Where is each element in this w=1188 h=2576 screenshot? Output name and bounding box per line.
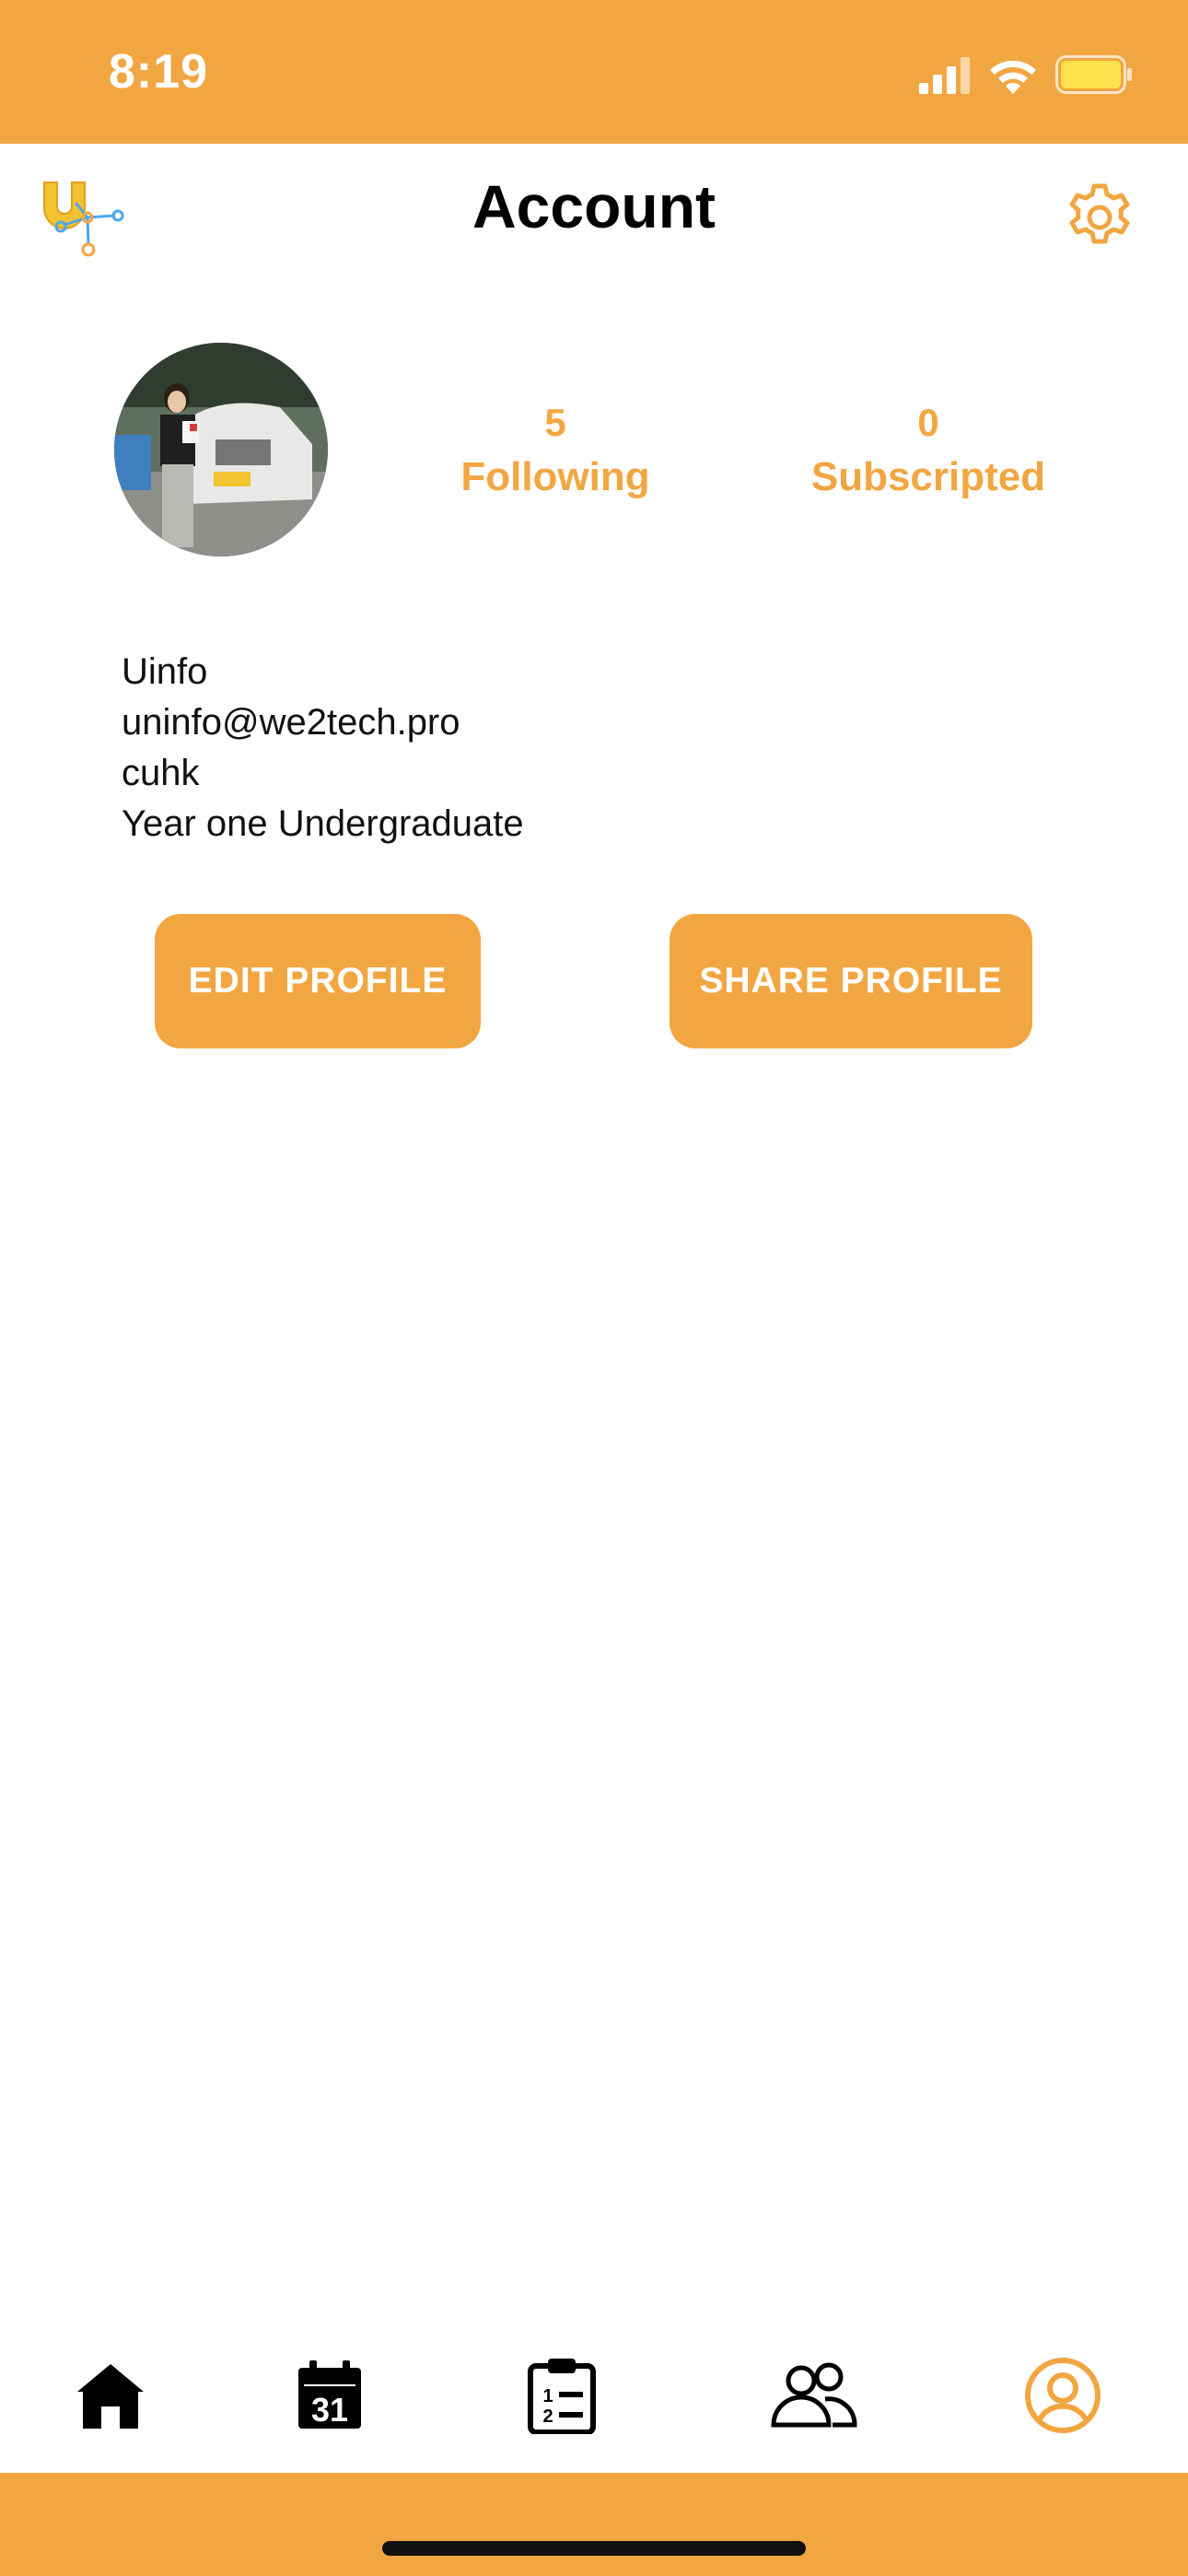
calendar-icon: 31 <box>298 2360 361 2429</box>
wifi-icon <box>990 60 1036 94</box>
share-profile-button[interactable]: SHARE PROFILE <box>670 914 1032 1048</box>
battery-icon <box>1055 55 1132 94</box>
subscripted-count: 0 <box>917 401 939 444</box>
people-icon <box>771 2362 857 2428</box>
following-stat[interactable]: 5 Following <box>433 396 678 505</box>
subscripted-label: Subscripted <box>810 454 1046 499</box>
signal-icon <box>919 57 970 94</box>
tab-bar: 31 1 2 <box>0 2322 1188 2473</box>
tab-tasks[interactable]: 1 2 <box>523 2349 600 2441</box>
status-time: 8:19 <box>109 45 209 99</box>
checklist-number-1: 1 <box>542 2386 553 2406</box>
subscripted-stat[interactable]: 0 Subscripted <box>792 396 1065 505</box>
page-title: Account <box>472 172 716 240</box>
calendar-day-number: 31 <box>311 2391 348 2429</box>
checklist-number-2: 2 <box>542 2406 553 2427</box>
tab-calendar[interactable]: 31 <box>291 2349 368 2441</box>
account-screen: 8:19 Account 5 Following 0 Subscripted U… <box>0 0 1188 2576</box>
profile-year: Year one Undergraduate <box>122 803 524 844</box>
profile-info: Uinfo uninfo@we2tech.pro cuhk Year one U… <box>122 647 524 849</box>
avatar[interactable] <box>114 343 328 556</box>
app-header: Account <box>0 144 1188 282</box>
profile-school: cuhk <box>122 753 200 793</box>
home-icon <box>77 2364 144 2429</box>
home-indicator[interactable] <box>382 2541 806 2556</box>
tab-account[interactable] <box>1022 2349 1103 2441</box>
tab-home[interactable] <box>72 2349 149 2441</box>
following-label: Following <box>460 454 650 499</box>
clipboard-list-icon: 1 2 <box>528 2359 596 2434</box>
profile-name: Uinfo <box>122 651 208 692</box>
bottom-bar <box>0 2473 1188 2576</box>
tab-community[interactable] <box>770 2349 858 2441</box>
edit-profile-button[interactable]: EDIT PROFILE <box>155 914 481 1048</box>
profile-email: uninfo@we2tech.pro <box>122 702 460 743</box>
status-bar: 8:19 <box>0 0 1188 144</box>
user-avatar-photo <box>114 343 328 556</box>
following-count: 5 <box>544 401 566 444</box>
profile-icon <box>1025 2358 1101 2433</box>
gear-icon[interactable] <box>1065 182 1135 252</box>
